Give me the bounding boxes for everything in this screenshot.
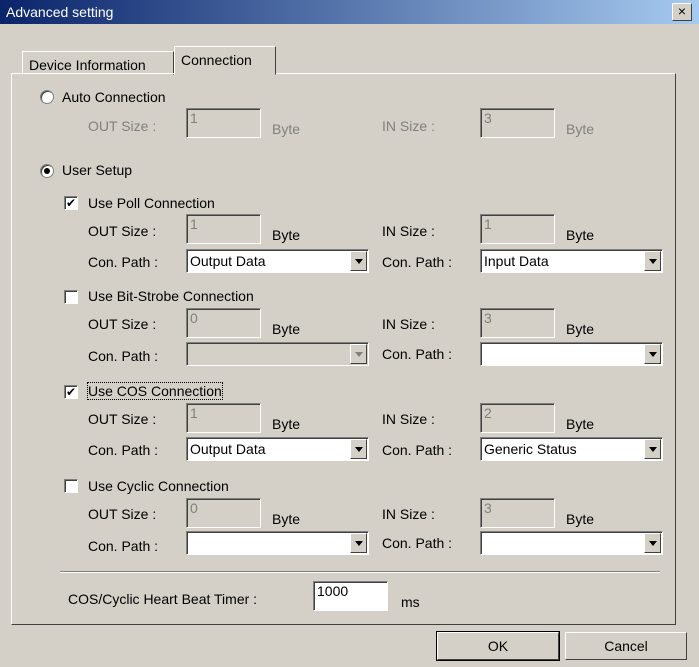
cyclic-out-size-field: 0 xyxy=(186,498,261,528)
bitstrobe-out-size-label: OUT Size : xyxy=(88,316,157,332)
poll-in-path-select[interactable]: Input Data xyxy=(480,249,663,273)
tab-connection[interactable]: Connection xyxy=(174,46,276,75)
tab-label: Connection xyxy=(181,52,252,68)
poll-in-unit: Byte xyxy=(566,227,595,243)
cancel-button[interactable]: Cancel xyxy=(565,632,687,660)
cyclic-connection-checkbox[interactable] xyxy=(64,479,78,493)
bitstrobe-in-path-select[interactable] xyxy=(480,342,663,366)
user-setup-radio[interactable] xyxy=(40,164,54,178)
cos-in-unit: Byte xyxy=(566,416,595,432)
poll-out-unit: Byte xyxy=(272,227,301,243)
cos-in-size-label: IN Size : xyxy=(382,411,435,427)
ok-button[interactable]: OK xyxy=(436,631,560,661)
auto-in-size-field: 3 xyxy=(480,108,555,138)
chevron-down-icon[interactable] xyxy=(644,344,661,364)
bitstrobe-in-path-label: Con. Path : xyxy=(382,346,453,362)
auto-in-size-label: IN Size : xyxy=(382,118,435,134)
cos-out-unit: Byte xyxy=(272,416,301,432)
heartbeat-timer-label: COS/Cyclic Heart Beat Timer : xyxy=(68,591,258,607)
poll-connection-label: Use Poll Connection xyxy=(88,195,215,211)
bitstrobe-in-size-field: 3 xyxy=(480,308,555,338)
bitstrobe-out-path-label: Con. Path : xyxy=(88,348,159,364)
select-value: Generic Status xyxy=(484,441,577,457)
auto-connection-label: Auto Connection xyxy=(62,89,166,105)
bitstrobe-out-size-field: 0 xyxy=(186,308,261,338)
poll-in-size-field: 1 xyxy=(480,214,555,244)
cyclic-out-path-label: Con. Path : xyxy=(88,538,159,554)
bitstrobe-out-unit: Byte xyxy=(272,321,301,337)
chevron-down-icon[interactable] xyxy=(644,533,661,553)
chevron-down-icon[interactable] xyxy=(644,439,661,459)
cos-connection-label: Use COS Connection xyxy=(87,382,223,400)
cyclic-out-path-select[interactable] xyxy=(186,531,369,555)
poll-out-size-field: 1 xyxy=(186,214,261,244)
select-value: Output Data xyxy=(190,253,266,269)
auto-out-unit: Byte xyxy=(272,121,301,137)
cyclic-in-path-label: Con. Path : xyxy=(382,535,453,551)
bitstrobe-connection-checkbox[interactable] xyxy=(64,290,78,304)
bitstrobe-out-path-select[interactable] xyxy=(186,342,369,366)
cyclic-in-unit: Byte xyxy=(566,511,595,527)
window-title: Advanced setting xyxy=(6,4,114,20)
cos-in-size-field: 2 xyxy=(480,403,555,433)
radio-selected-dot xyxy=(44,168,50,174)
cyclic-out-unit: Byte xyxy=(272,511,301,527)
poll-connection-checkbox[interactable]: ✔ xyxy=(64,196,78,210)
tab-device-information[interactable]: Device Information xyxy=(22,51,174,75)
poll-out-path-label: Con. Path : xyxy=(88,254,159,270)
heartbeat-timer-input[interactable]: 1000 xyxy=(313,581,388,611)
select-value: Output Data xyxy=(190,441,266,457)
cos-out-path-select[interactable]: Output Data xyxy=(186,437,369,461)
cos-in-path-select[interactable]: Generic Status xyxy=(480,437,663,461)
cos-out-size-field: 1 xyxy=(186,403,261,433)
auto-connection-radio[interactable] xyxy=(40,90,54,104)
cos-out-size-label: OUT Size : xyxy=(88,411,157,427)
tab-label: Device Information xyxy=(29,57,146,73)
poll-out-path-select[interactable]: Output Data xyxy=(186,249,369,273)
auto-in-unit: Byte xyxy=(566,121,595,137)
user-setup-label: User Setup xyxy=(62,162,133,178)
close-icon: × xyxy=(677,3,687,19)
bitstrobe-in-size-label: IN Size : xyxy=(382,316,435,332)
chevron-down-icon[interactable] xyxy=(350,533,367,553)
chevron-down-icon[interactable] xyxy=(350,439,367,459)
cyclic-in-size-label: IN Size : xyxy=(382,506,435,522)
separator xyxy=(60,571,660,573)
auto-out-size-label: OUT Size : xyxy=(88,118,157,134)
chevron-down-icon[interactable] xyxy=(350,251,367,271)
cyclic-connection-label: Use Cyclic Connection xyxy=(88,478,229,494)
auto-out-size-field: 1 xyxy=(186,108,261,138)
chevron-down-icon[interactable] xyxy=(350,344,367,364)
chevron-down-icon[interactable] xyxy=(644,251,661,271)
cos-out-path-label: Con. Path : xyxy=(88,442,159,458)
cos-in-path-label: Con. Path : xyxy=(382,442,453,458)
bitstrobe-connection-label: Use Bit-Strobe Connection xyxy=(88,288,254,304)
poll-in-path-label: Con. Path : xyxy=(382,254,453,270)
poll-in-size-label: IN Size : xyxy=(382,223,435,239)
cyclic-in-path-select[interactable] xyxy=(480,531,663,555)
title-bar: Advanced setting × xyxy=(0,0,699,24)
poll-out-size-label: OUT Size : xyxy=(88,223,157,239)
close-button[interactable]: × xyxy=(672,3,692,21)
cyclic-out-size-label: OUT Size : xyxy=(88,506,157,522)
heartbeat-timer-unit: ms xyxy=(401,594,420,610)
cyclic-in-size-field: 3 xyxy=(480,498,555,528)
bitstrobe-in-unit: Byte xyxy=(566,321,595,337)
select-value: Input Data xyxy=(484,253,549,269)
cos-connection-checkbox[interactable]: ✔ xyxy=(64,385,78,399)
